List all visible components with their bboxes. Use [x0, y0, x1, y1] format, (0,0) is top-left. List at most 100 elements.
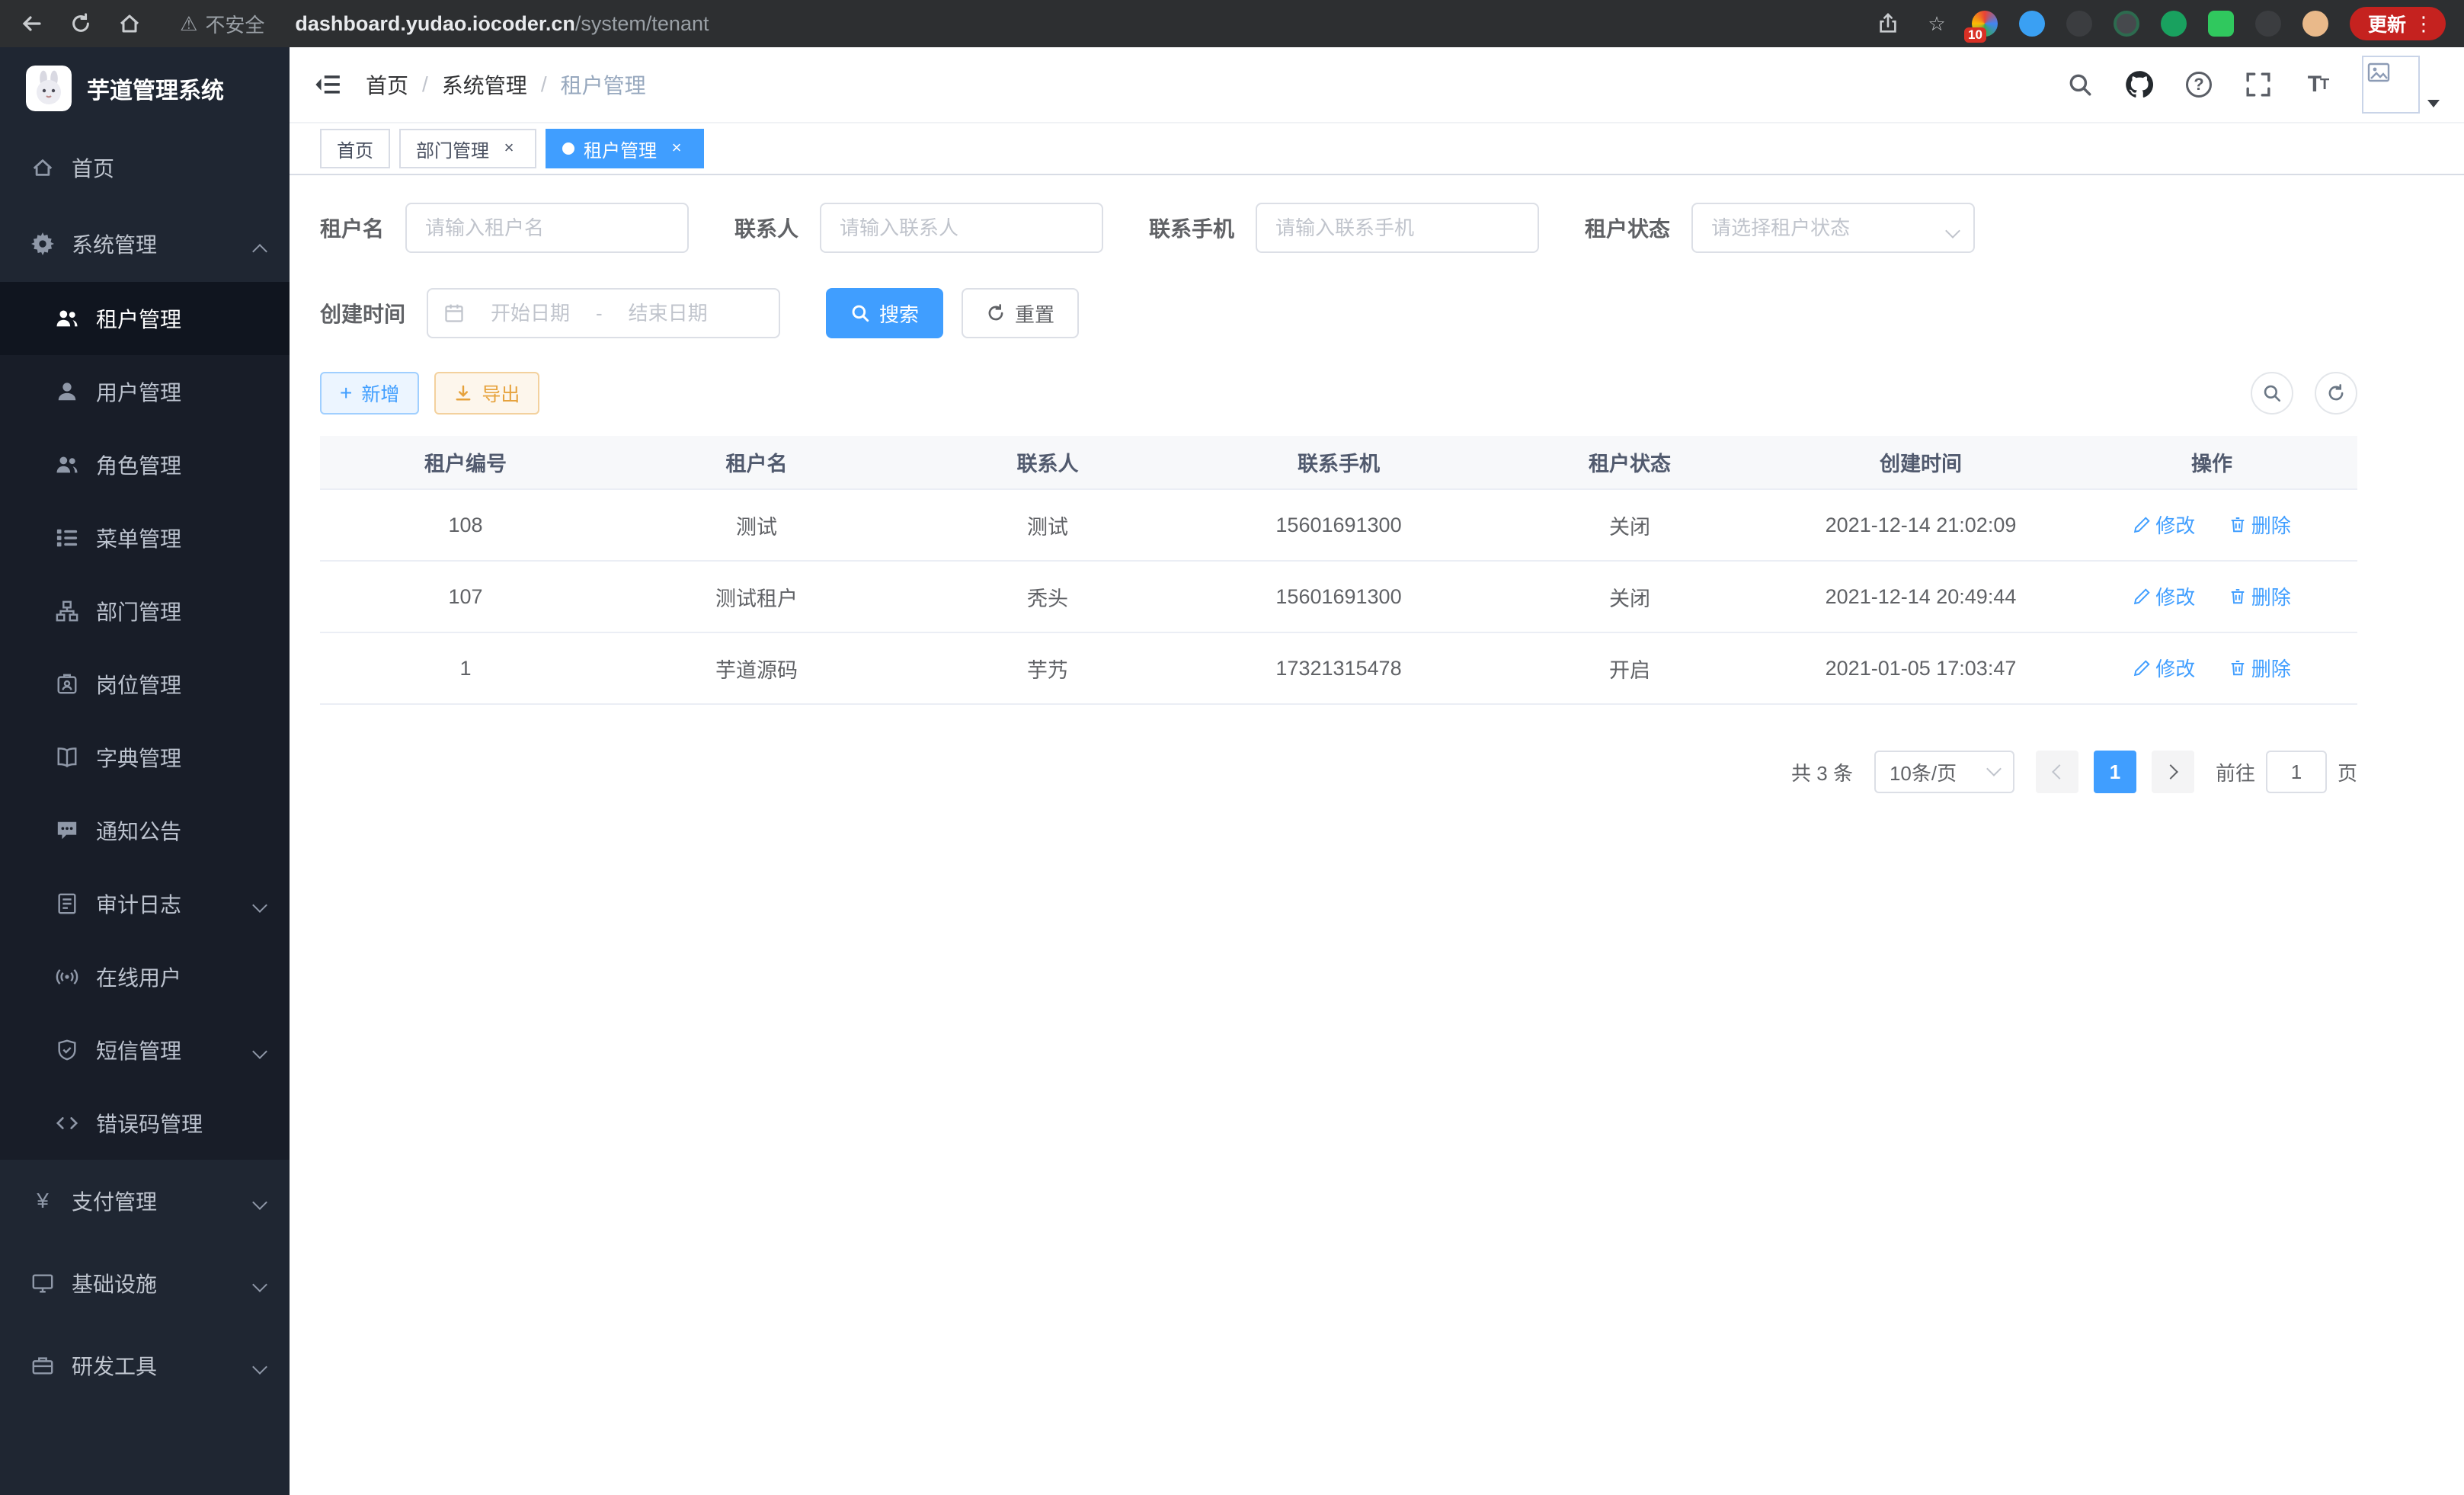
chevron-down-icon — [1986, 761, 2002, 776]
home-icon[interactable] — [116, 10, 143, 37]
tenant-name-input[interactable] — [405, 203, 689, 253]
search-icon[interactable] — [2065, 69, 2095, 100]
status-select[interactable] — [1691, 203, 1975, 253]
help-icon[interactable]: ? — [2184, 69, 2214, 100]
sidebar-item-dev-tools[interactable]: 研发工具 — [0, 1324, 290, 1407]
warning-icon: ⚠ — [180, 12, 197, 36]
navbar-actions: ? TT — [2065, 56, 2440, 114]
users-icon — [55, 306, 79, 331]
chevron-down-icon — [252, 1359, 267, 1375]
sidebar-item-dict[interactable]: 字典管理 — [0, 721, 290, 794]
app-logo[interactable]: 芋道管理系统 — [0, 47, 290, 130]
reload-icon[interactable] — [67, 10, 94, 37]
table-row: 1 芋道源码 芋艿 17321315478 开启 2021-01-05 17:0… — [320, 632, 2357, 704]
reset-button[interactable]: 重置 — [962, 288, 1079, 338]
extension-icon-7[interactable] — [2255, 11, 2281, 37]
date-range-picker[interactable]: - — [427, 288, 780, 338]
bookmark-star-icon[interactable]: ☆ — [1923, 10, 1950, 37]
tab-home[interactable]: 首页 — [320, 129, 390, 168]
column-header: 租户名 — [611, 436, 902, 489]
edit-link[interactable]: 修改 — [2133, 582, 2195, 610]
add-button[interactable]: + 新增 — [320, 372, 419, 415]
sidebar-item-user[interactable]: 用户管理 — [0, 355, 290, 428]
share-icon[interactable] — [1874, 10, 1902, 37]
close-icon[interactable]: × — [666, 138, 687, 159]
refresh-icon[interactable] — [2315, 372, 2357, 415]
sidebar-item-home[interactable]: 首页 — [0, 130, 290, 206]
goto-page-input[interactable] — [2266, 751, 2327, 793]
status-select-input[interactable] — [1691, 203, 1975, 253]
org-tree-icon — [55, 599, 79, 623]
sidebar-menu: 首页 系统管理 租户管理 用户管理 — [0, 130, 290, 1407]
delete-link[interactable]: 删除 — [2229, 654, 2291, 682]
cell-phone: 15601691300 — [1193, 561, 1484, 632]
extension-icon-2[interactable] — [2019, 11, 2045, 37]
edit-link[interactable]: 修改 — [2133, 511, 2195, 539]
date-end-input[interactable] — [613, 302, 723, 325]
back-icon[interactable] — [18, 10, 46, 37]
security-status[interactable]: ⚠ 不安全 — [180, 10, 264, 38]
fullscreen-icon[interactable] — [2243, 69, 2274, 100]
page-size-select[interactable]: 10条/页 — [1874, 751, 2014, 793]
sidebar-item-post[interactable]: 岗位管理 — [0, 648, 290, 721]
sidebar-item-sms[interactable]: 短信管理 — [0, 1013, 290, 1087]
search-button[interactable]: 搜索 — [826, 288, 943, 338]
tab-tenant[interactable]: 租户管理 × — [546, 129, 704, 168]
extension-badge: 10 — [1964, 27, 1986, 43]
contact-input[interactable] — [820, 203, 1103, 253]
sidebar-item-dept[interactable]: 部门管理 — [0, 575, 290, 648]
date-start-input[interactable] — [475, 302, 585, 325]
font-size-icon[interactable]: TT — [2302, 69, 2333, 100]
breadcrumb-item[interactable]: 系统管理 — [442, 69, 527, 100]
sidebar-fold-icon[interactable] — [312, 69, 343, 100]
cell-status: 关闭 — [1484, 561, 1775, 632]
github-icon[interactable] — [2124, 69, 2155, 100]
sidebar-item-tenant[interactable]: 租户管理 — [0, 282, 290, 355]
phone-input[interactable] — [1256, 203, 1539, 253]
cell-status: 关闭 — [1484, 489, 1775, 561]
browser-chrome: ⚠ 不安全 dashboard.yudao.iocoder.cn/system/… — [0, 0, 2464, 47]
extension-icon-6[interactable] — [2208, 11, 2234, 37]
extension-icon-5[interactable] — [2161, 11, 2187, 37]
chevron-down-icon — [252, 898, 267, 913]
sidebar-item-menu[interactable]: 菜单管理 — [0, 501, 290, 575]
sidebar-item-system[interactable]: 系统管理 — [0, 206, 290, 282]
total-count: 共 3 条 — [1791, 758, 1853, 786]
sidebar-item-infrastructure[interactable]: 基础设施 — [0, 1242, 290, 1324]
sidebar-item-label: 首页 — [72, 152, 114, 183]
sidebar-item-online-users[interactable]: 在线用户 — [0, 940, 290, 1013]
sidebar-item-notice[interactable]: 通知公告 — [0, 794, 290, 867]
sidebar-item-role[interactable]: 角色管理 — [0, 428, 290, 501]
address-bar[interactable]: dashboard.yudao.iocoder.cn/system/tenant — [295, 12, 709, 36]
prev-page-button[interactable] — [2036, 751, 2078, 793]
profile-avatar[interactable] — [2302, 11, 2328, 37]
extension-icon-3[interactable] — [2066, 11, 2092, 37]
delete-link[interactable]: 删除 — [2229, 511, 2291, 539]
extension-icon-4[interactable] — [2114, 11, 2139, 37]
table-header-row: 租户编号 租户名 联系人 联系手机 租户状态 创建时间 操作 — [320, 436, 2357, 489]
toggle-search-icon[interactable] — [2251, 372, 2293, 415]
delete-link[interactable]: 删除 — [2229, 582, 2291, 610]
tab-dept[interactable]: 部门管理 × — [399, 129, 536, 168]
user-menu[interactable] — [2362, 56, 2440, 114]
filter-row-1: 租户名 联系人 联系手机 租户状态 — [320, 203, 2357, 253]
tenant-name-label: 租户名 — [320, 213, 384, 243]
page-number-active[interactable]: 1 — [2094, 751, 2136, 793]
cell-name: 测试租户 — [611, 561, 902, 632]
extension-icon-1[interactable]: 10 — [1972, 11, 1998, 37]
edit-link[interactable]: 修改 — [2133, 654, 2195, 682]
breadcrumb-item[interactable]: 首页 — [366, 69, 408, 100]
kebab-menu-icon[interactable]: ⋮ — [2414, 12, 2434, 36]
signal-icon — [55, 965, 79, 989]
page-size-value: 10条/页 — [1890, 758, 1957, 786]
screen: ⚠ 不安全 dashboard.yudao.iocoder.cn/system/… — [0, 0, 2464, 1495]
sidebar-item-audit-log[interactable]: 审计日志 — [0, 867, 290, 940]
avatar — [2362, 56, 2420, 114]
sidebar-item-payment[interactable]: ¥ 支付管理 — [0, 1160, 290, 1242]
close-icon[interactable]: × — [498, 138, 520, 159]
cell-actions: 修改 删除 — [2066, 561, 2357, 632]
browser-update-button[interactable]: 更新 ⋮ — [2350, 7, 2446, 40]
next-page-button[interactable] — [2152, 751, 2194, 793]
export-button[interactable]: 导出 — [434, 372, 539, 415]
sidebar-item-error-code[interactable]: 错误码管理 — [0, 1087, 290, 1160]
